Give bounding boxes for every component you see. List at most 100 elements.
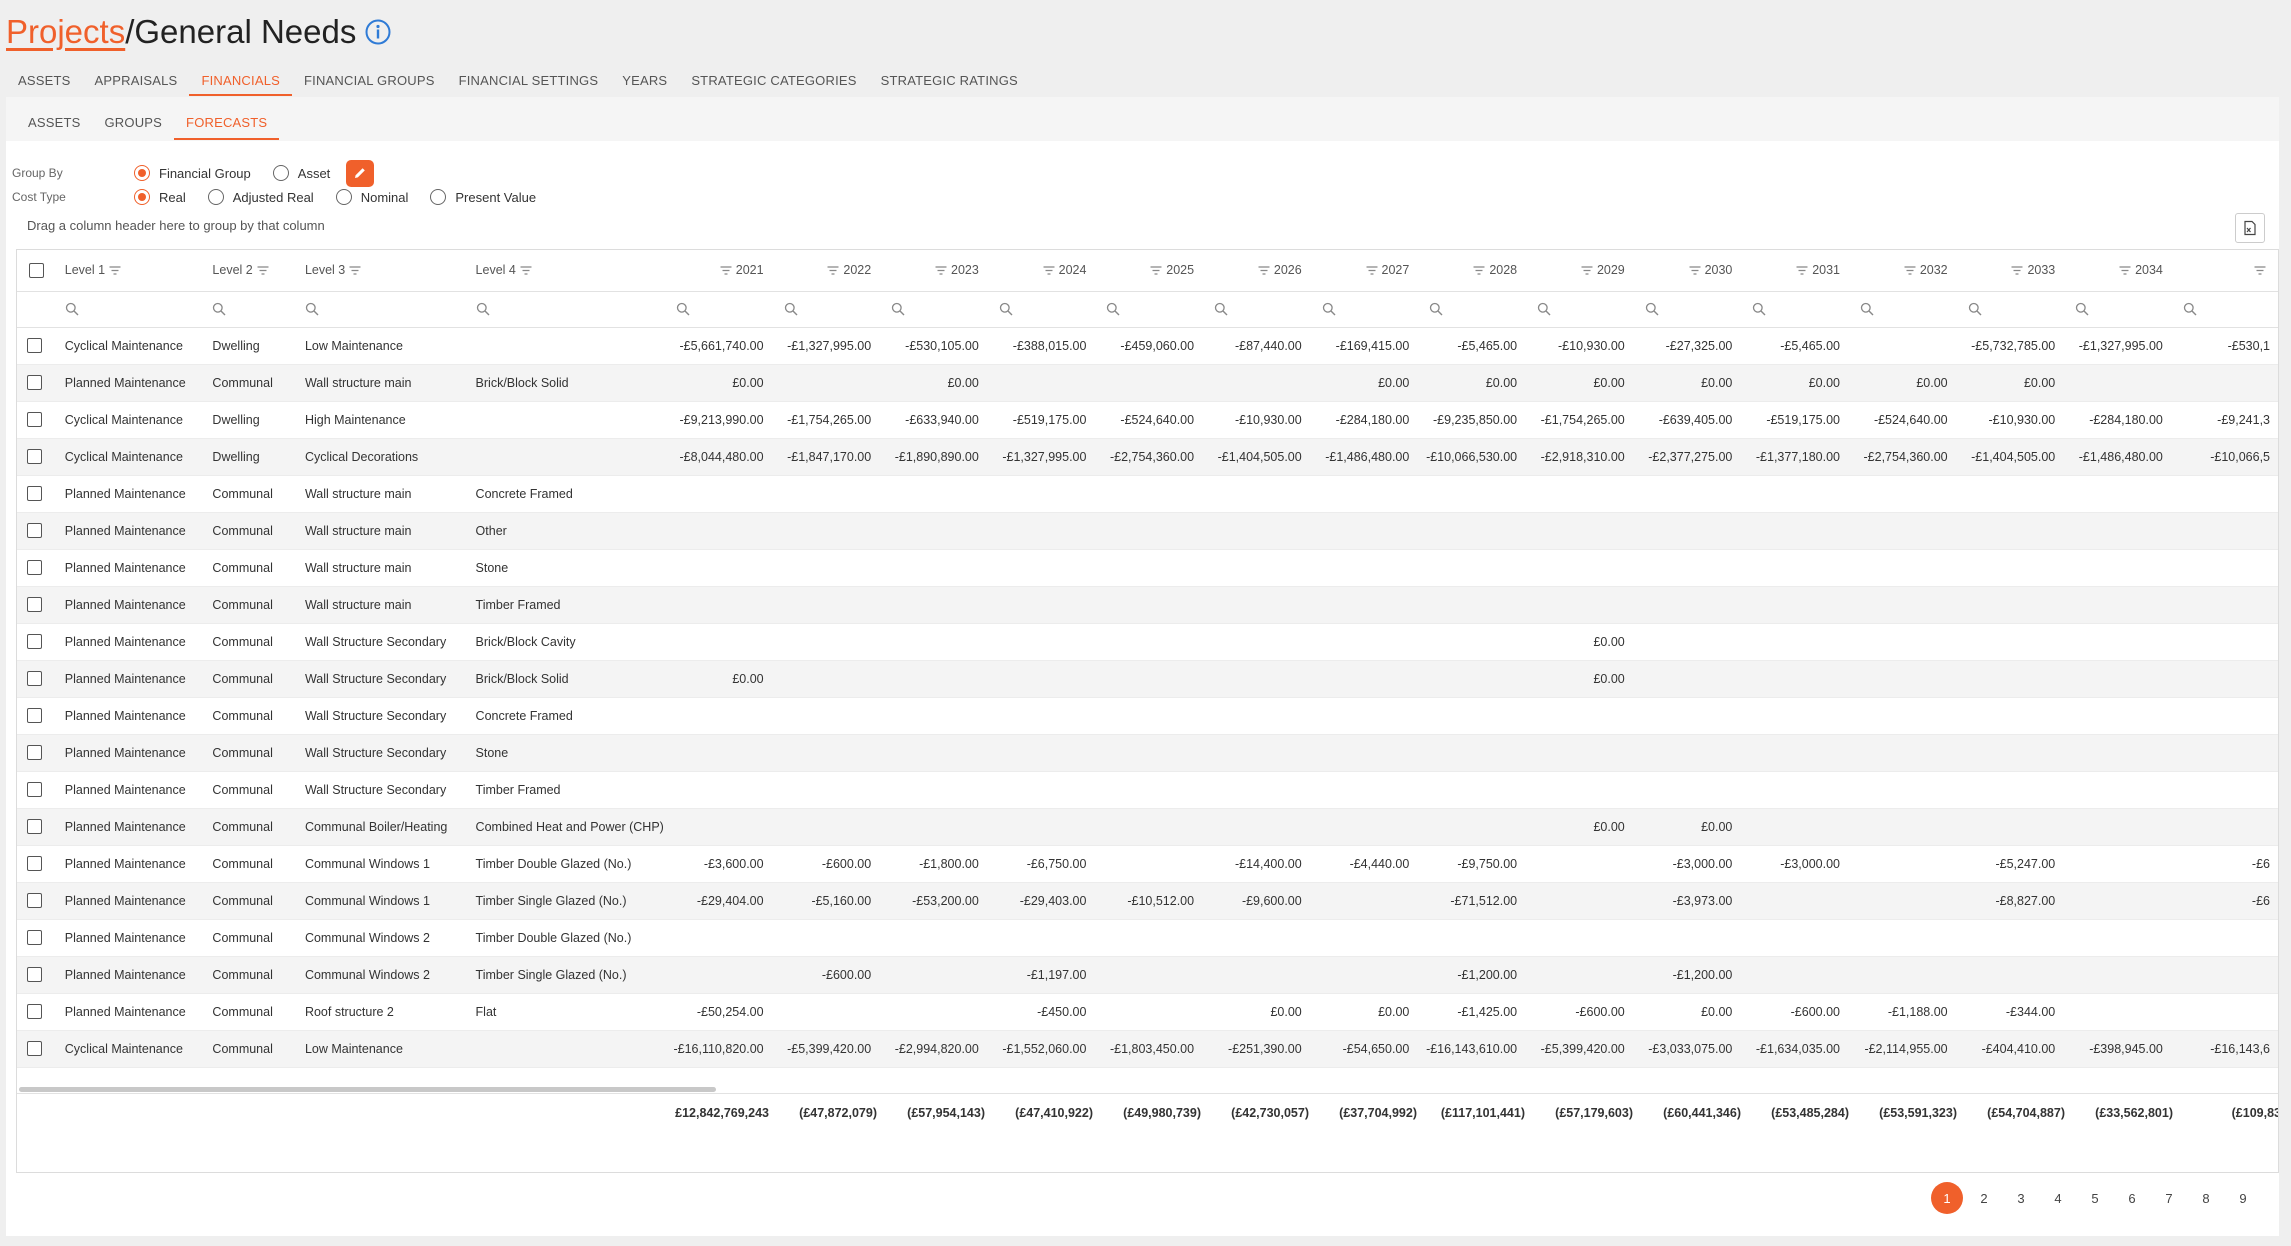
table-row[interactable]: Planned Maintenance Communal Communal Wind… [17, 919, 2278, 957]
radio-adjusted-real[interactable]: Adjusted Real [207, 189, 314, 205]
column-header-2031[interactable]: 2031 [1740, 250, 1848, 292]
filter-icon[interactable] [1689, 266, 1701, 276]
tab-years[interactable]: YEARS [610, 66, 679, 96]
radio-asset[interactable]: Asset [272, 165, 330, 181]
filter-icon[interactable] [1150, 266, 1162, 276]
table-row[interactable]: Planned Maintenance Communal Communal Wind… [17, 956, 2278, 994]
row-checkbox[interactable] [27, 523, 43, 539]
filter-icon[interactable] [2254, 266, 2266, 276]
row-checkbox[interactable] [27, 782, 43, 798]
filter-search-cell[interactable] [1417, 291, 1526, 328]
search-icon[interactable] [1214, 302, 1228, 316]
filter-icon[interactable] [349, 266, 361, 276]
group-drop-hint[interactable]: Drag a column header here to group by th… [27, 218, 325, 233]
page-9-button[interactable]: 9 [2227, 1182, 2259, 1214]
breadcrumb-projects-link[interactable]: Projects [6, 13, 125, 51]
filter-search-cell[interactable] [1309, 291, 1418, 328]
row-checkbox[interactable] [27, 893, 43, 909]
tab-appraisals[interactable]: APPRAISALS [83, 66, 190, 96]
tab-assets[interactable]: ASSETS [6, 66, 83, 96]
tab-financial-settings[interactable]: FINANCIAL SETTINGS [447, 66, 611, 96]
radio-real[interactable]: Real [134, 189, 186, 205]
search-icon[interactable] [1537, 302, 1551, 316]
search-icon[interactable] [2075, 302, 2089, 316]
filter-icon[interactable] [1258, 266, 1270, 276]
horizontal-scrollbar[interactable] [19, 1087, 716, 1092]
column-header-2030[interactable]: 2030 [1632, 250, 1741, 292]
export-button[interactable] [2235, 213, 2265, 243]
column-header-2034[interactable]: 2034 [2063, 250, 2171, 292]
search-icon[interactable] [1645, 302, 1659, 316]
filter-search-cell[interactable] [200, 291, 293, 328]
page-3-button[interactable]: 3 [2005, 1182, 2037, 1214]
table-row[interactable]: Planned Maintenance Communal Wall structur… [17, 549, 2278, 587]
column-header-2022[interactable]: 2022 [771, 250, 880, 292]
table-row[interactable]: Cyclical Maintenance Dwelling High Mainten… [17, 401, 2278, 439]
subtab-groups[interactable]: GROUPS [93, 106, 175, 140]
search-icon[interactable] [891, 302, 905, 316]
row-checkbox[interactable] [27, 930, 43, 946]
search-icon[interactable] [1860, 302, 1874, 316]
column-header-2026[interactable]: 2026 [1202, 250, 1310, 292]
table-row[interactable]: Planned Maintenance Communal Wall structur… [17, 512, 2278, 550]
filter-icon[interactable] [1581, 266, 1593, 276]
table-row[interactable]: Planned Maintenance Communal Wall structur… [17, 475, 2278, 513]
column-header-2027[interactable]: 2027 [1309, 250, 1418, 292]
search-icon[interactable] [65, 302, 79, 316]
column-header-2021[interactable]: 2021 [663, 250, 772, 292]
filter-search-cell[interactable] [463, 291, 664, 328]
page-6-button[interactable]: 6 [2116, 1182, 2148, 1214]
table-row[interactable]: Planned Maintenance Communal Wall Structur… [17, 660, 2278, 698]
row-checkbox[interactable] [27, 597, 43, 613]
column-header-2028[interactable]: 2028 [1417, 250, 1526, 292]
radio-nominal[interactable]: Nominal [335, 189, 408, 205]
filter-search-cell[interactable] [1202, 291, 1310, 328]
table-row[interactable]: Planned Maintenance Communal Wall structur… [17, 586, 2278, 624]
filter-search-cell[interactable] [1632, 291, 1741, 328]
tab-strategic-categories[interactable]: STRATEGIC CATEGORIES [679, 66, 868, 96]
filter-search-cell[interactable] [292, 291, 464, 328]
filter-search-cell[interactable] [986, 291, 1095, 328]
row-checkbox[interactable] [27, 967, 43, 983]
row-checkbox[interactable] [27, 819, 43, 835]
row-checkbox[interactable] [27, 856, 43, 872]
row-checkbox[interactable] [27, 1041, 43, 1057]
column-header-2025[interactable]: 2025 [1094, 250, 1203, 292]
tab-financials[interactable]: FINANCIALS [189, 66, 293, 96]
row-checkbox[interactable] [27, 560, 43, 576]
table-row[interactable]: Planned Maintenance Communal Wall Structur… [17, 734, 2278, 772]
table-row[interactable]: Planned Maintenance Communal Wall Structur… [17, 771, 2278, 809]
row-checkbox[interactable] [27, 671, 43, 687]
filter-search-cell[interactable] [52, 291, 201, 328]
filter-icon[interactable] [1796, 266, 1808, 276]
filter-icon[interactable] [935, 266, 947, 276]
select-all-checkbox[interactable] [29, 262, 44, 278]
search-icon[interactable] [1429, 302, 1443, 316]
table-row[interactable]: Cyclical Maintenance Dwelling Cyclical Dec… [17, 438, 2278, 476]
filter-icon[interactable] [1473, 266, 1485, 276]
filter-search-cell[interactable] [1525, 291, 1633, 328]
subtab-forecasts[interactable]: FORECASTS [174, 106, 280, 140]
row-checkbox[interactable] [27, 412, 43, 428]
filter-icon[interactable] [1366, 266, 1378, 276]
filter-search-cell[interactable] [1848, 291, 1956, 328]
filter-icon[interactable] [520, 266, 532, 276]
page-2-button[interactable]: 2 [1968, 1182, 2000, 1214]
filter-icon[interactable] [1904, 266, 1916, 276]
column-header-level-4[interactable]: Level 4 [463, 250, 664, 292]
search-icon[interactable] [1106, 302, 1120, 316]
page-4-button[interactable]: 4 [2042, 1182, 2074, 1214]
table-row[interactable]: Planned Maintenance Communal Wall Structur… [17, 697, 2278, 735]
filter-icon[interactable] [827, 266, 839, 276]
table-row[interactable]: Cyclical Maintenance Dwelling Low Maintena… [17, 327, 2278, 365]
radio-present-value[interactable]: Present Value [430, 189, 536, 205]
column-header-overflow[interactable] [2170, 250, 2278, 292]
search-icon[interactable] [999, 302, 1013, 316]
column-header-2032[interactable]: 2032 [1848, 250, 1956, 292]
table-row[interactable]: Planned Maintenance Communal Communal Wind… [17, 882, 2278, 920]
filter-search-cell[interactable] [771, 291, 880, 328]
radio-financial-group[interactable]: Financial Group [134, 165, 251, 181]
filter-icon[interactable] [720, 266, 732, 276]
filter-icon[interactable] [109, 266, 121, 276]
search-icon[interactable] [676, 302, 690, 316]
